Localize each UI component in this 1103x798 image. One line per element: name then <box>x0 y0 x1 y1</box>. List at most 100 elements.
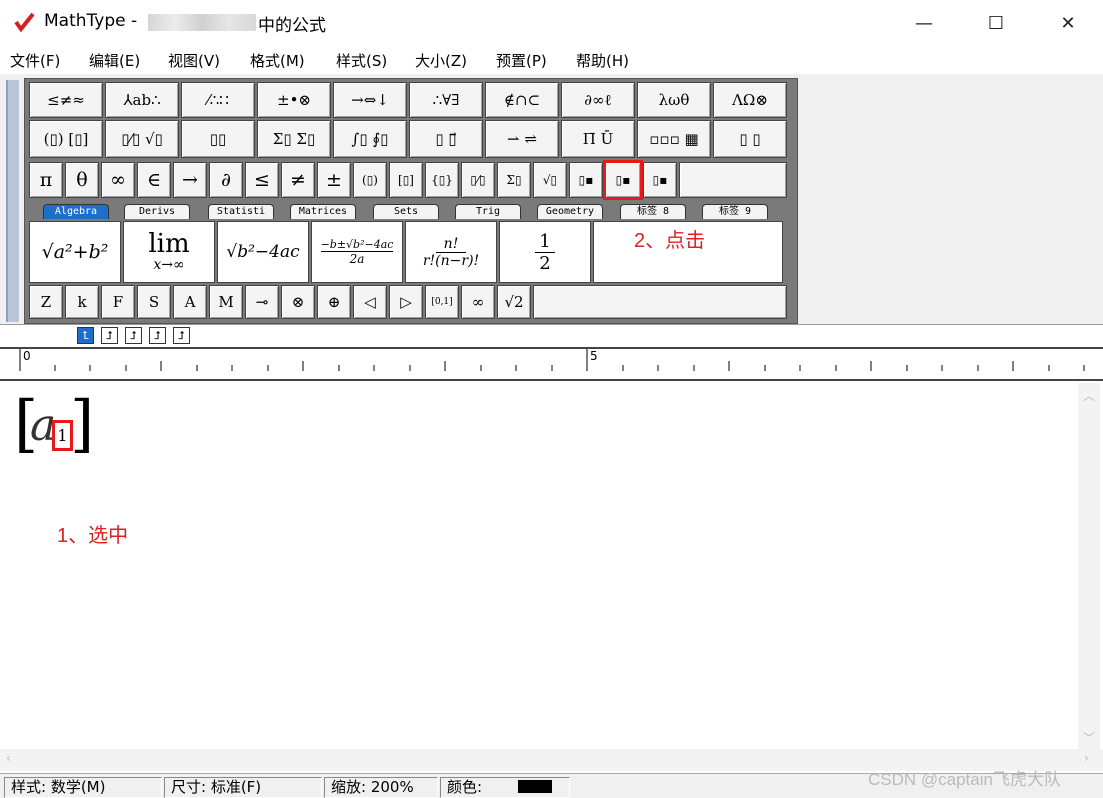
nudge-left-icon[interactable]: ⮤ <box>77 327 94 344</box>
symbol-otimes-button[interactable]: ⊗ <box>281 285 315 319</box>
menu-edit[interactable]: 编辑(E) <box>89 50 140 71</box>
template-combination-denominator: r!(n−r)! <box>422 252 480 269</box>
symbol-pi-button[interactable]: π <box>29 162 63 198</box>
template-left-subscript-button[interactable]: ▯▪ <box>643 162 677 198</box>
scroll-up-icon[interactable]: ︿ <box>1083 387 1095 404</box>
palette-operators-button[interactable]: ±•⊗ <box>257 82 331 118</box>
palette-spaces-button[interactable]: ⅄ab∴ <box>105 82 179 118</box>
template-radical-button[interactable]: √▯ <box>533 162 567 198</box>
tab-derivs[interactable]: Derivs <box>124 204 190 219</box>
symbol-right-triangle-button[interactable]: ▷ <box>389 285 423 319</box>
menu-preferences[interactable]: 预置(P) <box>496 50 547 71</box>
template-combination-numerator: n! <box>435 236 467 253</box>
template-quadratic-numerator: −b±√b²−4ac <box>320 238 394 252</box>
equation-editing-area[interactable] <box>0 381 1103 773</box>
template-braces-button[interactable]: {▯} <box>425 162 459 198</box>
symbol-element-of-button[interactable]: ∈ <box>137 162 171 198</box>
palette-boxes-button[interactable]: ▯ ▯ <box>713 120 787 158</box>
nudge-up-right-icon[interactable]: ⮥ <box>125 327 142 344</box>
menu-size[interactable]: 大小(Z) <box>415 50 467 71</box>
palette-matrices-button[interactable]: ▫▫▫ ▦ <box>637 120 711 158</box>
template-pythagoras[interactable]: √a²+b² <box>29 221 121 283</box>
palette-empty-slot <box>679 162 787 198</box>
style-k-button[interactable]: k <box>65 285 99 319</box>
symbol-theta-button[interactable]: θ <box>65 162 99 198</box>
menu-style[interactable]: 样式(S) <box>336 50 387 71</box>
nudge-down-icon[interactable]: ⮥ <box>149 327 166 344</box>
symbol-plus-minus-button[interactable]: ± <box>317 162 351 198</box>
symbol-infinity-button[interactable]: ∞ <box>101 162 135 198</box>
palette-products-button[interactable]: Π̄ Ū <box>561 120 635 158</box>
palette-bars-button[interactable]: ▯ ▯⃗ <box>409 120 483 158</box>
style-fraktur-A-button[interactable]: A <box>173 285 207 319</box>
tab-geometry[interactable]: Geometry <box>537 204 603 219</box>
tab-statistics[interactable]: Statisti <box>208 204 274 219</box>
palette-fractions-radicals-button[interactable]: ▯⁄▯ √▯ <box>105 120 179 158</box>
template-half[interactable]: 1 2 <box>499 221 591 283</box>
palette-labeled-arrows-button[interactable]: ⇀ ⇌ <box>485 120 559 158</box>
nudge-right-icon[interactable]: ⮥ <box>173 327 190 344</box>
style-fraktur-M-button[interactable]: M <box>209 285 243 319</box>
symbol-right-arrow-button[interactable]: → <box>173 162 207 198</box>
scroll-left-icon[interactable]: ‹ <box>6 751 11 765</box>
palette-lowercase-greek-button[interactable]: λωθ <box>637 82 711 118</box>
symbol-left-triangle-button[interactable]: ◁ <box>353 285 387 319</box>
palette-embellishments-button[interactable]: ⁄∴∷ <box>181 82 255 118</box>
equation-close-bracket: ] <box>70 387 95 460</box>
style-Z-button[interactable]: Z <box>29 285 63 319</box>
vertical-scrollbar[interactable]: ︿ ﹀ <box>1078 383 1100 750</box>
template-parentheses-button[interactable]: (▯) <box>353 162 387 198</box>
scroll-right-icon[interactable]: › <box>1084 751 1089 765</box>
palette-integrals-button[interactable]: ∫▯ ∮▯ <box>333 120 407 158</box>
symbol-multimap-button[interactable]: ⊸ <box>245 285 279 319</box>
close-button[interactable]: ✕ <box>1033 0 1103 46</box>
palette-relations-button[interactable]: ≤≠≈ <box>29 82 103 118</box>
template-limit[interactable]: lim x→∞ <box>123 221 215 283</box>
toolbar-grip[interactable] <box>6 80 19 322</box>
palette-misc-button[interactable]: ∂∞ℓ <box>561 82 635 118</box>
status-size: 尺寸: 标准(F) <box>164 777 322 798</box>
template-sqrt2-button[interactable]: √2 <box>497 285 531 319</box>
symbol-less-equal-button[interactable]: ≤ <box>245 162 279 198</box>
symbol-partial-button[interactable]: ∂ <box>209 162 243 198</box>
tab-algebra[interactable]: Algebra <box>43 204 109 219</box>
nudge-up-icon[interactable]: ⮥ <box>101 327 118 344</box>
menu-help[interactable]: 帮助(H) <box>576 50 629 71</box>
minimize-button[interactable]: — <box>889 0 959 46</box>
palette-fences-button[interactable]: (▯) [▯] <box>29 120 103 158</box>
symbol-oplus-button[interactable]: ⊕ <box>317 285 351 319</box>
template-discriminant[interactable]: √b²−4ac <box>217 221 309 283</box>
palette-arrows-button[interactable]: →⇔↓ <box>333 82 407 118</box>
tab-matrices[interactable]: Matrices <box>290 204 356 219</box>
palette-sets-button[interactable]: ∉∩⊂ <box>485 82 559 118</box>
palette-logic-button[interactable]: ∴∀∃ <box>409 82 483 118</box>
menu-view[interactable]: 视图(V) <box>168 50 220 71</box>
tab-label-9[interactable]: 标签 9 <box>702 204 768 219</box>
template-quadratic[interactable]: −b±√b²−4ac 2a <box>311 221 403 283</box>
tab-trig[interactable]: Trig <box>455 204 521 219</box>
template-subscript-button[interactable]: ▯▪ <box>603 160 643 200</box>
style-S-button[interactable]: S <box>137 285 171 319</box>
menu-file[interactable]: 文件(F) <box>10 50 60 71</box>
ruler-ticks <box>19 349 1085 371</box>
palette-scripts-button[interactable]: ▯▯ <box>181 120 255 158</box>
symbol-not-equal-button[interactable]: ≠ <box>281 162 315 198</box>
template-superscript-button[interactable]: ▯▪ <box>569 162 603 198</box>
maximize-button[interactable]: ☐ <box>961 0 1031 46</box>
tab-label-8[interactable]: 标签 8 <box>620 204 686 219</box>
template-interval-button[interactable]: [0,1] <box>425 285 459 319</box>
template-brackets-button[interactable]: [▯] <box>389 162 423 198</box>
template-fraction-button[interactable]: ▯⁄▯ <box>461 162 495 198</box>
palette-uppercase-greek-button[interactable]: ΛΩ⊗ <box>713 82 787 118</box>
menu-format[interactable]: 格式(M) <box>250 50 305 71</box>
style-F-button[interactable]: F <box>101 285 135 319</box>
template-summation-button[interactable]: Σ▯ <box>497 162 531 198</box>
symbol-infinity-2-button[interactable]: ∞ <box>461 285 495 319</box>
ruler[interactable]: 0 5 <box>0 347 1103 381</box>
template-combination[interactable]: n! r!(n−r)! <box>405 221 497 283</box>
tab-sets[interactable]: Sets <box>373 204 439 219</box>
palette-summations-button[interactable]: Σ▯ Σ▯ <box>257 120 331 158</box>
scroll-down-icon[interactable]: ﹀ <box>1083 729 1095 746</box>
template-half-denominator: 2 <box>539 252 551 274</box>
symbol-palette: ≤≠≈ ⅄ab∴ ⁄∴∷ ±•⊗ →⇔↓ ∴∀∃ ∉∩⊂ ∂∞ℓ λωθ ΛΩ⊗… <box>24 78 798 324</box>
